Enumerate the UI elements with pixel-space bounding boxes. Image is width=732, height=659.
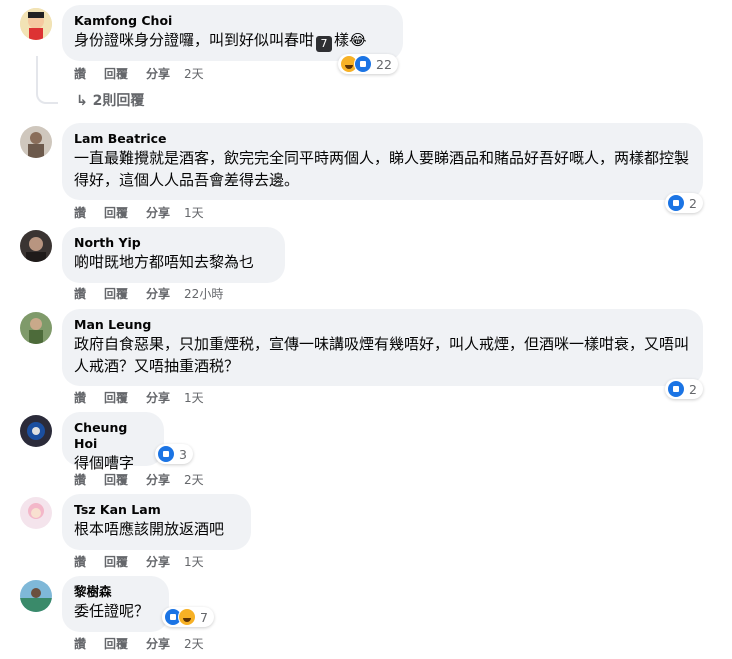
avatar[interactable] xyxy=(20,497,52,529)
comment-author[interactable]: North Yip xyxy=(74,235,273,251)
timestamp[interactable]: 2天 xyxy=(184,66,204,82)
comment-actions: 讚 回覆 分享 1天 xyxy=(74,390,222,406)
share-button[interactable]: 分享 xyxy=(146,554,170,570)
comment-text: 啲咁既地方都唔知去黎為乜 xyxy=(74,253,255,271)
comment-text: 政府自食惡果，只加重煙税，宣傳一味講吸煙有幾唔好，叫人戒煙，但酒咪一樣咁衰，又唔… xyxy=(74,335,690,375)
timestamp[interactable]: 1天 xyxy=(184,205,204,221)
avatar[interactable] xyxy=(20,8,52,40)
share-button[interactable]: 分享 xyxy=(146,66,170,82)
view-replies-link[interactable]: ↳ 2則回覆 xyxy=(76,92,144,110)
reply-button[interactable]: 回覆 xyxy=(104,390,128,406)
like-button[interactable]: 讚 xyxy=(74,390,86,406)
comment-author[interactable]: Kamfong Choi xyxy=(74,13,391,29)
comment-author[interactable]: Man Leung xyxy=(74,317,691,333)
like-button[interactable]: 讚 xyxy=(74,472,86,488)
share-button[interactable]: 分享 xyxy=(146,472,170,488)
reply-button[interactable]: 回覆 xyxy=(104,636,128,652)
reaction-summary[interactable]: 2 xyxy=(665,379,703,399)
thread-connector xyxy=(36,56,58,104)
reaction-count: 3 xyxy=(179,446,187,462)
timestamp[interactable]: 2天 xyxy=(184,636,204,652)
reply-button[interactable]: 回覆 xyxy=(104,286,128,302)
reaction-count: 7 xyxy=(200,609,208,625)
share-button[interactable]: 分享 xyxy=(146,205,170,221)
like-icon xyxy=(667,194,685,212)
avatar[interactable] xyxy=(20,312,52,344)
reaction-summary[interactable]: 3 xyxy=(155,444,193,464)
reaction-count: 2 xyxy=(689,195,697,211)
comment-bubble: Man Leung 政府自食惡果，只加重煙税，宣傳一味講吸煙有幾唔好，叫人戒煙，… xyxy=(62,309,703,386)
comment-text: 根本唔應該開放返酒吧 xyxy=(74,520,225,538)
comment-bubble: Tsz Kan Lam 根本唔應該開放返酒吧 xyxy=(62,494,251,550)
comment-author[interactable]: 黎樹森 xyxy=(74,584,157,600)
like-icon xyxy=(667,380,685,398)
reply-button[interactable]: 回覆 xyxy=(104,554,128,570)
like-button[interactable]: 讚 xyxy=(74,66,86,82)
like-button[interactable]: 讚 xyxy=(74,636,86,652)
comment-bubble: Kamfong Choi 身份證咪身分證囉，叫到好似叫春咁 7 樣😂 xyxy=(62,5,403,61)
comment-author[interactable]: Lam Beatrice xyxy=(74,131,691,147)
timestamp[interactable]: 2天 xyxy=(184,472,204,488)
comment-bubble: Lam Beatrice 一直最難攪就是酒客，飲完完全同平時两個人，睇人要睇酒品… xyxy=(62,123,703,200)
reply-arrow-icon: ↳ xyxy=(76,93,93,109)
comment-author[interactable]: Tsz Kan Lam xyxy=(74,502,239,518)
comment-bubble: 黎樹森 委任證呢？ xyxy=(62,576,169,632)
comment-text: 身份證咪身分證囉，叫到好似叫春咁 7 樣😂 xyxy=(74,31,367,52)
timestamp[interactable]: 1天 xyxy=(184,390,204,406)
haha-icon xyxy=(178,608,196,626)
reaction-count: 22 xyxy=(376,56,392,72)
avatar[interactable] xyxy=(20,230,52,262)
comment-bubble: North Yip 啲咁既地方都唔知去黎為乜 xyxy=(62,227,285,283)
avatar[interactable] xyxy=(20,580,52,612)
comment-actions: 讚 回覆 分享 2天 xyxy=(74,636,222,652)
like-button[interactable]: 讚 xyxy=(74,286,86,302)
reaction-summary[interactable]: 7 xyxy=(162,607,214,627)
comment-actions: 讚 回覆 分享 1天 xyxy=(74,205,222,221)
comment-actions: 讚 回覆 分享 2天 xyxy=(74,66,222,82)
comment-text: 一直最難攪就是酒客，飲完完全同平時两個人，睇人要睇酒品和賭品好吾好嘅人，两樣都控… xyxy=(74,149,690,189)
comment-actions: 讚 回覆 分享 22小時 xyxy=(74,286,241,302)
reply-button[interactable]: 回覆 xyxy=(104,66,128,82)
like-button[interactable]: 讚 xyxy=(74,205,86,221)
share-button[interactable]: 分享 xyxy=(146,286,170,302)
avatar[interactable] xyxy=(20,126,52,158)
reaction-summary[interactable]: 2 xyxy=(665,193,703,213)
timestamp[interactable]: 22小時 xyxy=(184,286,223,302)
like-icon xyxy=(354,55,372,73)
like-button[interactable]: 讚 xyxy=(74,554,86,570)
timestamp[interactable]: 1天 xyxy=(184,554,204,570)
reply-button[interactable]: 回覆 xyxy=(104,472,128,488)
comment-text: 得個嘈字 xyxy=(74,454,135,472)
keycap-seven-emoji: 7 xyxy=(316,36,333,52)
reply-button[interactable]: 回覆 xyxy=(104,205,128,221)
avatar[interactable] xyxy=(20,415,52,447)
like-icon xyxy=(157,445,175,463)
reaction-count: 2 xyxy=(689,381,697,397)
share-button[interactable]: 分享 xyxy=(146,636,170,652)
share-button[interactable]: 分享 xyxy=(146,390,170,406)
comment-actions: 讚 回覆 分享 1天 xyxy=(74,554,222,570)
comment-bubble: Cheung Hoi 得個嘈字 xyxy=(62,412,164,472)
comment-text: 委任證呢？ xyxy=(74,602,150,620)
comment-author[interactable]: Cheung Hoi xyxy=(74,420,152,452)
reaction-summary[interactable]: 22 xyxy=(338,54,398,74)
comment-actions: 讚 回覆 分享 2天 xyxy=(74,472,222,488)
